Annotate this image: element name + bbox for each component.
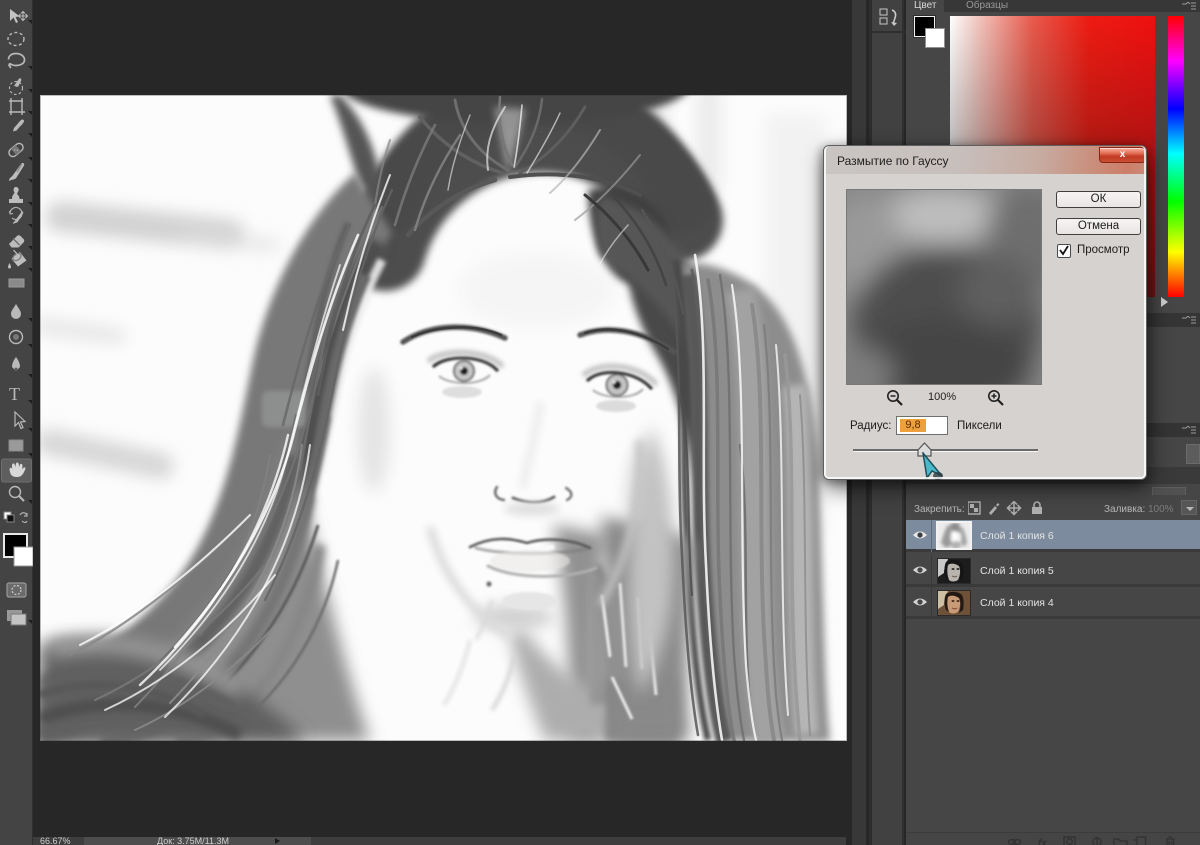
svg-text:fx: fx xyxy=(1038,838,1047,845)
svg-text:T: T xyxy=(9,384,20,404)
